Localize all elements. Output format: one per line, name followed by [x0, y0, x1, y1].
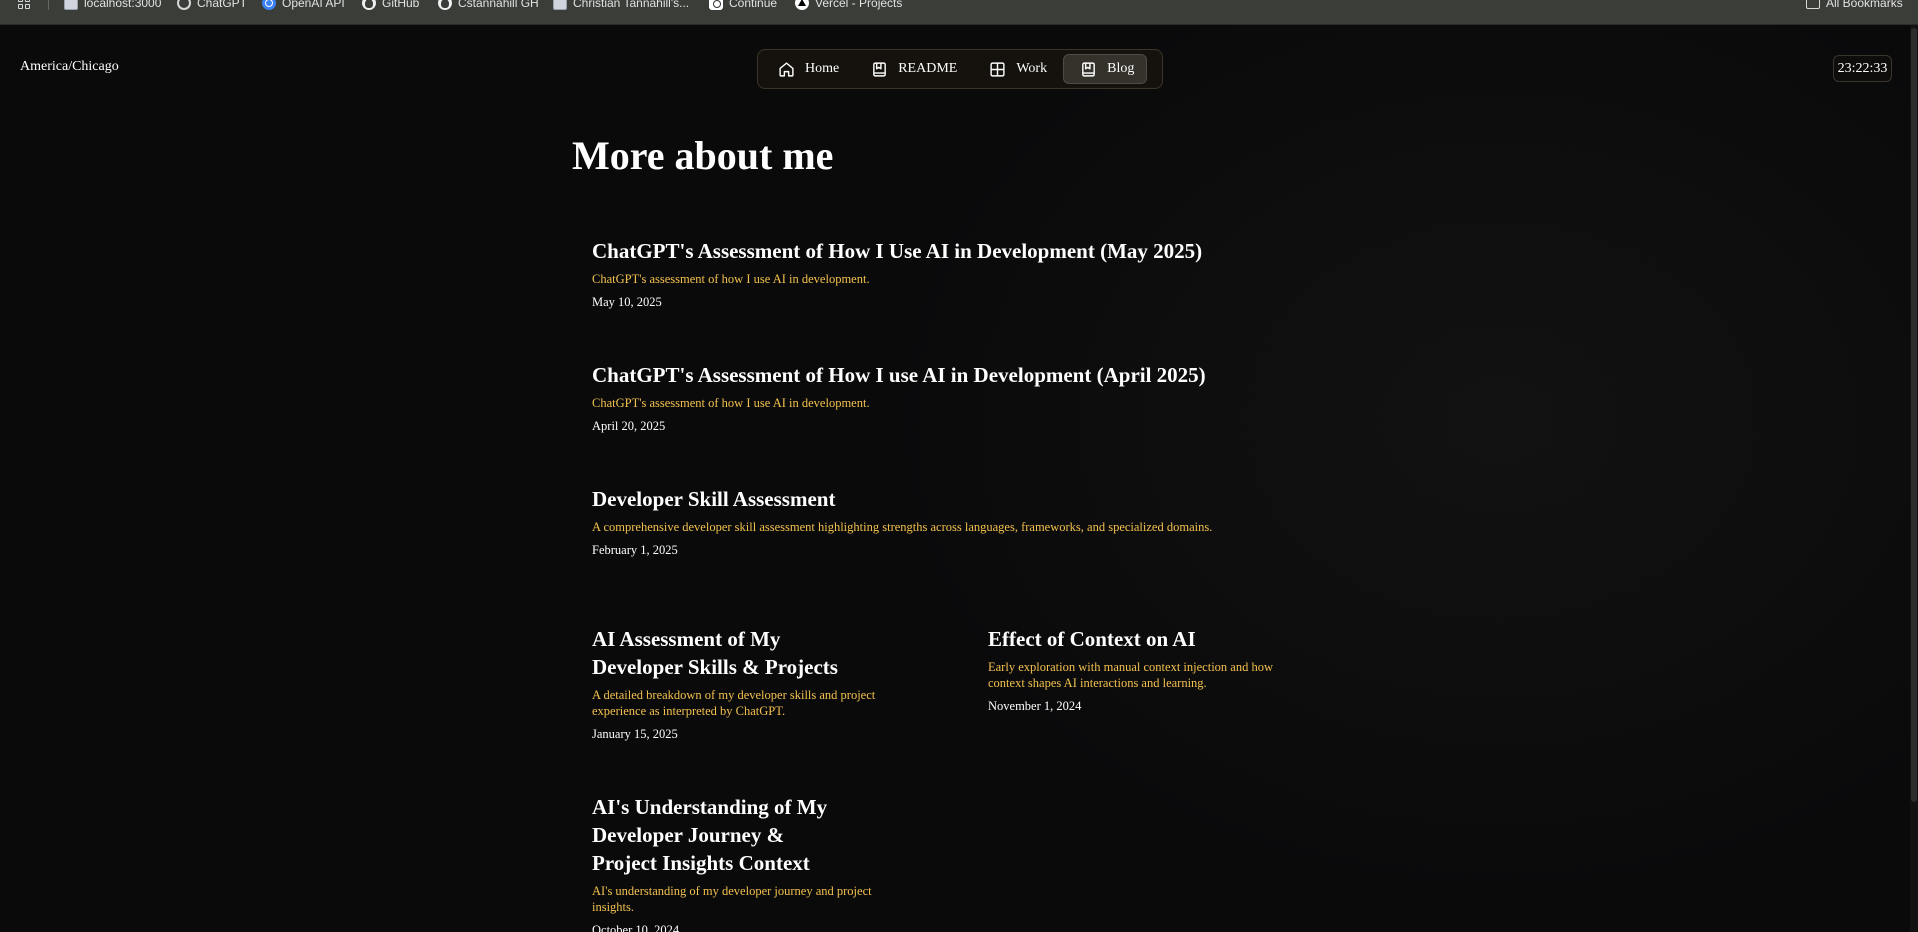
nav-item-work[interactable]: Work [973, 54, 1059, 84]
nav-item-readme[interactable]: README [855, 54, 969, 84]
post-description: ChatGPT's assessment of how I use AI in … [592, 396, 870, 410]
bookmark-christian-tannahill[interactable]: Christian Tannahill's... [553, 0, 689, 11]
post-date: October 10, 2024 [592, 923, 680, 932]
page-icon [64, 0, 78, 10]
post-title[interactable]: ChatGPT's Assessment of How I use AI in … [592, 361, 1292, 389]
all-bookmarks-label: All Bookmarks [1826, 0, 1903, 10]
bookmark-continue[interactable]: Continue [709, 0, 777, 11]
continue-icon [709, 0, 723, 10]
bookmark-label: Cstannahill GH [458, 0, 539, 10]
main-nav: Home README Work Blog [757, 49, 1163, 89]
chatgpt-icon [177, 0, 191, 10]
github-icon [438, 0, 452, 10]
post-date: May 10, 2025 [592, 295, 662, 309]
post-date: November 1, 2024 [988, 699, 1082, 713]
bookmark-label: localhost:3000 [84, 0, 162, 10]
apps-grid-icon[interactable] [18, 0, 32, 11]
post-description: ChatGPT's assessment of how I use AI in … [592, 272, 870, 286]
book-icon [1082, 61, 1095, 77]
post-description: A comprehensive developer skill assessme… [592, 520, 1213, 534]
blog-post-card[interactable]: ChatGPT's Assessment of How I use AI in … [592, 361, 1292, 434]
bookmark-chatgpt[interactable]: ChatGPT [177, 0, 247, 11]
bookmark-openai-api[interactable]: OpenAI API [262, 0, 345, 11]
bookmark-label: GitHub [382, 0, 420, 10]
vercel-icon [795, 0, 809, 10]
post-title[interactable]: ChatGPT's Assessment of How I Use AI in … [592, 237, 1292, 265]
scrollbar-thumb[interactable] [1911, 28, 1917, 802]
post-description: A detailed breakdown of my developer ski… [592, 688, 876, 718]
nav-item-home[interactable]: Home [762, 54, 851, 84]
home-icon [779, 61, 794, 77]
post-title[interactable]: AI's Understanding of My Developer Journ… [592, 793, 837, 877]
all-bookmarks-button[interactable]: All Bookmarks [1806, 0, 1903, 11]
post-description: Early exploration with manual context in… [988, 660, 1273, 690]
bookmark-cstannahill-gh[interactable]: Cstannahill GH [438, 0, 539, 11]
bookmark-label: Vercel - Projects [815, 0, 903, 10]
book-icon [873, 61, 887, 77]
clock-display: 23:22:33 [1833, 55, 1892, 82]
bookmark-github[interactable]: GitHub [362, 0, 419, 11]
bookmark-label: OpenAI API [282, 0, 345, 10]
grid-icon [990, 61, 1005, 77]
post-title[interactable]: Developer Skill Assessment [592, 485, 1312, 513]
bookmark-vercel-projects[interactable]: Vercel - Projects [795, 0, 902, 11]
bookmark-label: Continue [729, 0, 778, 10]
bookmarks-bar: localhost:3000 ChatGPT OpenAI API GitHub… [0, 0, 1918, 25]
post-title[interactable]: AI Assessment of My Developer Skills & P… [592, 625, 852, 681]
nav-item-blog[interactable]: Blog [1063, 54, 1148, 84]
openai-icon [262, 0, 276, 10]
blog-post-card[interactable]: Developer Skill Assessment A comprehensi… [592, 485, 1312, 558]
bookmarks-divider [48, 0, 49, 10]
github-icon [362, 0, 376, 10]
blog-post-card[interactable]: AI's Understanding of My Developer Journ… [592, 793, 897, 932]
blog-post-card[interactable]: AI Assessment of My Developer Skills & P… [592, 625, 897, 742]
timezone-label: America/Chicago [20, 59, 119, 74]
bookmark-label: Christian Tannahill's... [573, 0, 690, 10]
post-date: February 1, 2025 [592, 543, 678, 557]
page-title: More about me [572, 133, 834, 178]
bookmark-localhost[interactable]: localhost:3000 [64, 0, 161, 11]
nav-item-label: README [898, 61, 958, 76]
post-date: April 20, 2025 [592, 419, 666, 433]
nav-item-label: Work [1016, 61, 1048, 76]
blog-post-card[interactable]: Effect of Context on AI Early exploratio… [988, 625, 1298, 714]
post-description: AI's understanding of my developer journ… [592, 884, 872, 914]
blog-post-card[interactable]: ChatGPT's Assessment of How I Use AI in … [592, 237, 1292, 310]
page-icon [553, 0, 567, 10]
post-date: January 15, 2025 [592, 727, 678, 741]
nav-item-label: Home [805, 61, 840, 76]
bookmark-label: ChatGPT [197, 0, 248, 10]
nav-item-label: Blog [1107, 61, 1135, 76]
folder-icon [1806, 0, 1820, 9]
post-title[interactable]: Effect of Context on AI [988, 625, 1298, 653]
